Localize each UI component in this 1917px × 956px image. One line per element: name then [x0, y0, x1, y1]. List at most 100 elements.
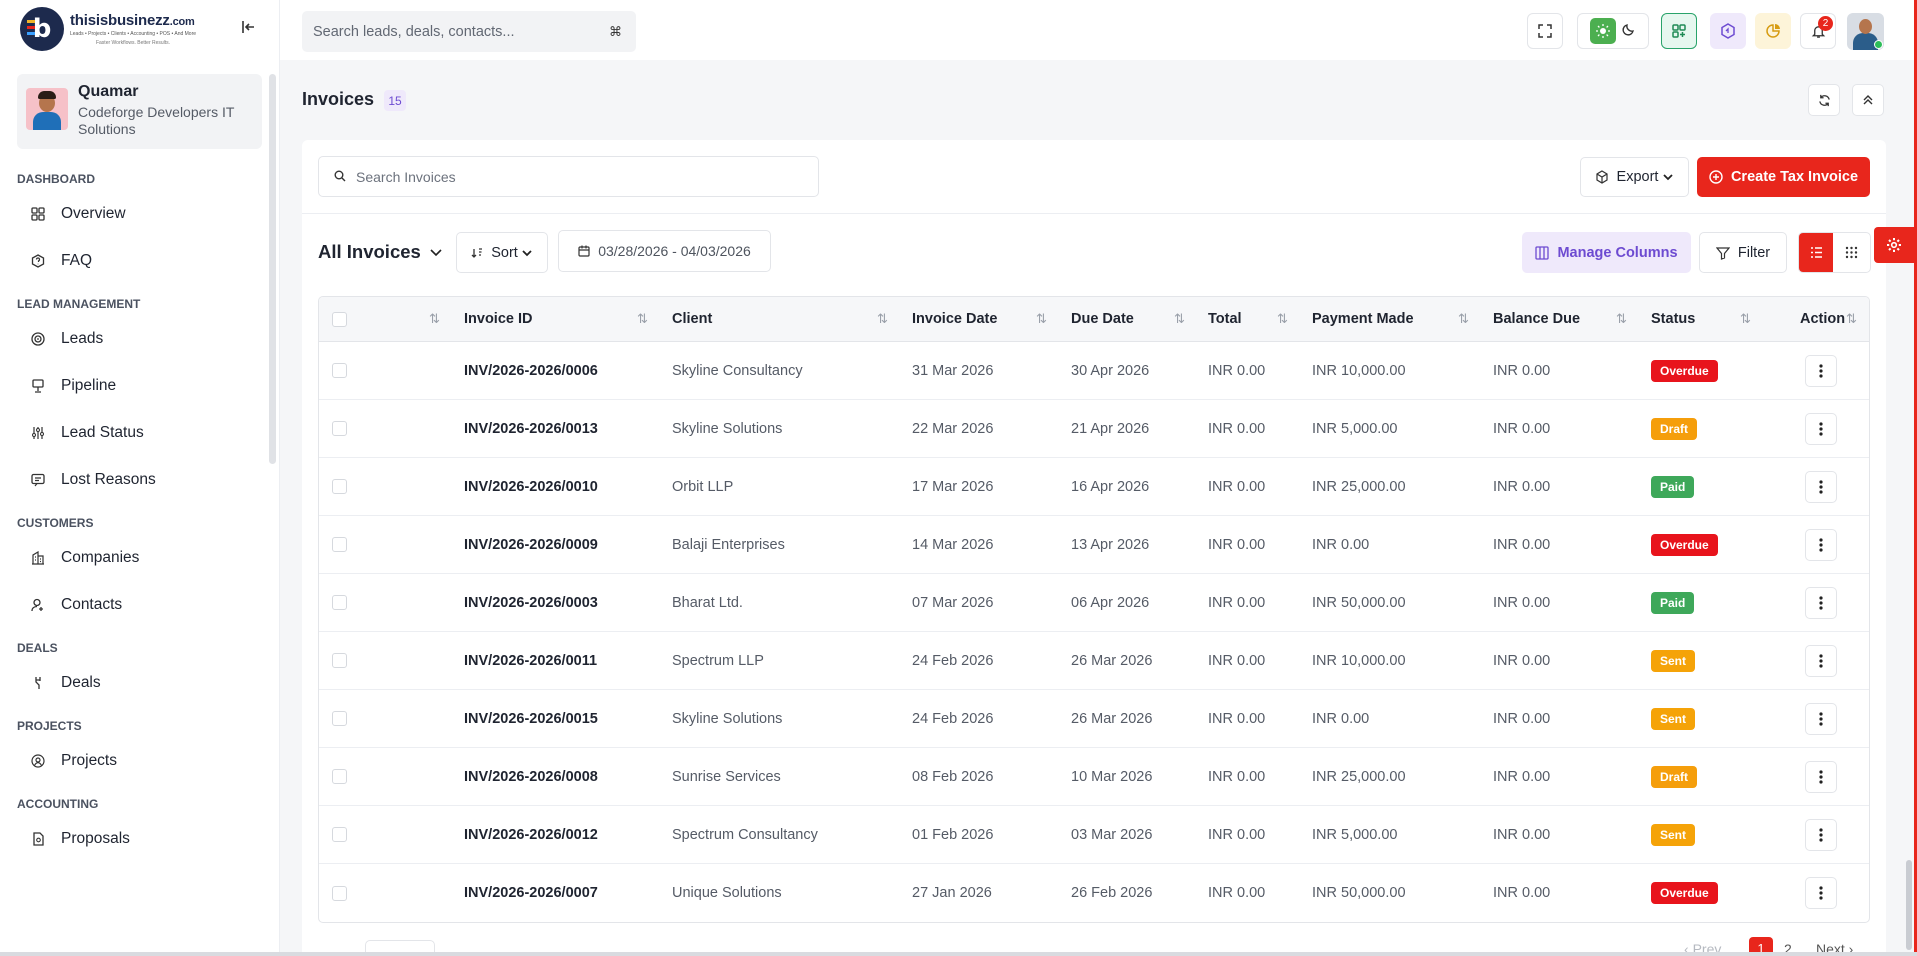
view-selector[interactable]: All Invoices [318, 241, 443, 263]
row-checkbox[interactable] [332, 595, 347, 610]
table-row[interactable]: INV/2026-2026/0009 Balaji Enterprises 14 M… [319, 516, 1869, 574]
column-header-action[interactable]: Action [1800, 297, 1845, 341]
column-header-status[interactable]: Status [1651, 297, 1695, 341]
notifications-button[interactable]: 2 [1800, 13, 1836, 49]
sort-arrows-icon[interactable]: ⇅ [1174, 297, 1185, 341]
table-row[interactable]: INV/2026-2026/0007 Unique Solutions 27 Jan… [319, 864, 1869, 922]
sidebar-item-lost-reasons[interactable]: Lost Reasons [0, 456, 270, 503]
sidebar-item-faq[interactable]: FAQ [0, 237, 270, 284]
collapse-sidebar-icon[interactable] [242, 20, 256, 39]
row-actions-button[interactable] [1805, 586, 1837, 619]
theme-toggle[interactable] [1577, 13, 1649, 49]
sort-button[interactable]: Sort [456, 232, 548, 273]
table-row[interactable]: INV/2026-2026/0011 Spectrum LLP 24 Feb 202… [319, 632, 1869, 690]
row-checkbox[interactable] [332, 479, 347, 494]
invoice-id-cell[interactable]: INV/2026-2026/0007 [464, 864, 598, 922]
row-actions-button[interactable] [1805, 644, 1837, 677]
table-row[interactable]: INV/2026-2026/0006 Skyline Consultancy 31 … [319, 342, 1869, 400]
table-row[interactable]: INV/2026-2026/0010 Orbit LLP 17 Mar 2026 16… [319, 458, 1869, 516]
sidebar-scrollbar[interactable] [269, 74, 276, 464]
sort-arrows-icon[interactable]: ⇅ [877, 297, 888, 341]
invoice-id-cell[interactable]: INV/2026-2026/0010 [464, 458, 598, 515]
profile-avatar[interactable] [1847, 13, 1884, 50]
column-header-balance-due[interactable]: Balance Due [1493, 297, 1580, 341]
apps-button[interactable] [1661, 13, 1697, 49]
sidebar-item-companies[interactable]: Companies [0, 534, 270, 581]
brand-tagline: Faster Workflows. Better Results. [95, 40, 171, 46]
column-header-total[interactable]: Total [1208, 297, 1242, 341]
sidebar-item-pipeline[interactable]: Pipeline [0, 362, 270, 409]
invoice-id-cell[interactable]: INV/2026-2026/0006 [464, 342, 598, 399]
sort-arrows-icon[interactable]: ⇅ [1036, 297, 1047, 341]
invoice-id-cell[interactable]: INV/2026-2026/0012 [464, 806, 598, 863]
sort-arrows-icon[interactable]: ⇅ [429, 297, 440, 341]
row-checkbox[interactable] [332, 421, 347, 436]
refresh-button[interactable] [1808, 84, 1840, 116]
sort-arrows-icon[interactable]: ⇅ [637, 297, 648, 341]
brand-logo[interactable]: b thisisbusinezz.com Leads • Projects • … [0, 0, 279, 58]
table-row[interactable]: INV/2026-2026/0013 Skyline Solutions 22 Ma… [319, 400, 1869, 458]
row-checkbox[interactable] [332, 885, 347, 901]
sort-arrows-icon[interactable]: ⇅ [1277, 297, 1288, 341]
sort-arrows-icon[interactable]: ⇅ [1458, 297, 1469, 341]
modules-button[interactable] [1710, 13, 1746, 49]
sidebar-item-lead-status[interactable]: Lead Status [0, 409, 270, 456]
list-view-button[interactable] [1799, 233, 1833, 272]
row-actions-button[interactable] [1805, 702, 1837, 735]
column-header-payment-made[interactable]: Payment Made [1312, 297, 1414, 341]
invoice-id-cell[interactable]: INV/2026-2026/0013 [464, 400, 598, 457]
collapse-header-button[interactable] [1852, 84, 1884, 116]
filter-button[interactable]: Filter [1699, 232, 1787, 273]
fullscreen-button[interactable] [1527, 13, 1563, 49]
export-button[interactable]: Export [1580, 157, 1689, 197]
column-header-invoice-date[interactable]: Invoice Date [912, 297, 997, 341]
user-profile-card[interactable]: Quamar Codeforge Developers IT Solutions [17, 74, 262, 149]
invoice-id-cell[interactable]: INV/2026-2026/0011 [464, 632, 597, 689]
column-header-client[interactable]: Client [672, 297, 712, 341]
sidebar-item-projects[interactable]: Projects [0, 737, 270, 784]
row-checkbox[interactable] [332, 769, 347, 784]
row-actions-button[interactable] [1805, 354, 1837, 387]
invoice-id-cell[interactable]: INV/2026-2026/0009 [464, 516, 598, 573]
row-checkbox[interactable] [332, 537, 347, 552]
sidebar-item-proposals[interactable]: Proposals [0, 815, 270, 862]
sort-arrows-icon[interactable]: ⇅ [1846, 297, 1857, 341]
page-scrollbar[interactable] [1906, 860, 1912, 950]
grid-view-button[interactable] [1833, 233, 1870, 272]
sun-icon[interactable] [1590, 18, 1616, 44]
row-checkbox[interactable] [332, 711, 347, 726]
table-row[interactable]: INV/2026-2026/0015 Skyline Solutions 24 Fe… [319, 690, 1869, 748]
create-tax-invoice-button[interactable]: Create Tax Invoice [1697, 157, 1870, 197]
sort-arrows-icon[interactable]: ⇅ [1616, 297, 1627, 341]
sidebar-item-overview[interactable]: Overview [0, 190, 270, 237]
row-actions-button[interactable] [1805, 877, 1837, 909]
select-all-checkbox[interactable] [332, 311, 347, 327]
row-actions-button[interactable] [1805, 412, 1837, 445]
sidebar-item-leads[interactable]: Leads [0, 315, 270, 362]
moon-icon[interactable] [1622, 22, 1636, 40]
manage-columns-button[interactable]: Manage Columns [1522, 232, 1691, 273]
row-actions-button[interactable] [1805, 470, 1837, 503]
invoice-id-cell[interactable]: INV/2026-2026/0015 [464, 690, 598, 747]
row-actions-button[interactable] [1805, 760, 1837, 793]
row-checkbox[interactable] [332, 827, 347, 842]
settings-tab[interactable] [1874, 227, 1914, 263]
invoice-search-input[interactable]: Search Invoices [318, 156, 819, 197]
row-actions-button[interactable] [1805, 528, 1837, 561]
row-actions-button[interactable] [1805, 818, 1837, 851]
table-row[interactable]: INV/2026-2026/0012 Spectrum Consultancy 01… [319, 806, 1869, 864]
row-checkbox[interactable] [332, 363, 347, 378]
column-header-invoice-id[interactable]: Invoice ID [464, 297, 533, 341]
sidebar-item-contacts[interactable]: Contacts [0, 581, 270, 628]
reports-button[interactable] [1755, 13, 1791, 49]
sidebar-item-deals[interactable]: Deals [0, 659, 270, 706]
table-row[interactable]: INV/2026-2026/0003 Bharat Ltd. 07 Mar 2026… [319, 574, 1869, 632]
global-search-input[interactable]: Search leads, deals, contacts... ⌘ [302, 11, 636, 52]
date-range-picker[interactable]: 03/28/2026 - 04/03/2026 [558, 230, 771, 272]
row-checkbox[interactable] [332, 653, 347, 668]
table-row[interactable]: INV/2026-2026/0008 Sunrise Services 08 Feb… [319, 748, 1869, 806]
column-header-due-date[interactable]: Due Date [1071, 297, 1134, 341]
invoice-id-cell[interactable]: INV/2026-2026/0003 [464, 574, 598, 631]
invoice-id-cell[interactable]: INV/2026-2026/0008 [464, 748, 598, 805]
sort-arrows-icon[interactable]: ⇅ [1740, 297, 1751, 341]
